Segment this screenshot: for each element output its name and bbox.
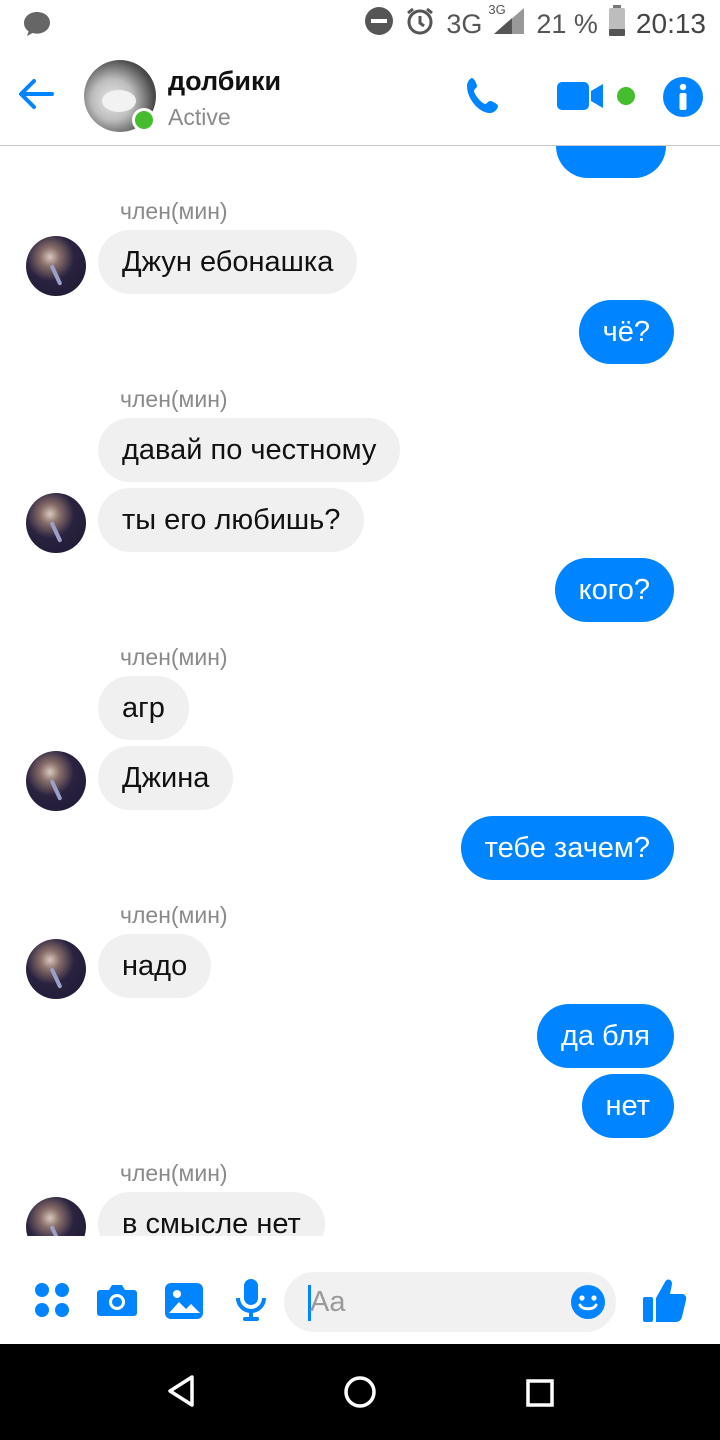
message-bubble-outgoing[interactable]: да бля — [536, 1004, 674, 1068]
network-type: 3G — [446, 8, 483, 39]
alarm-icon — [404, 5, 436, 44]
sender-avatar[interactable] — [26, 939, 86, 999]
sender-name: член(мин) — [120, 644, 228, 670]
thumbs-up-icon[interactable] — [642, 1276, 688, 1329]
video-active-dot — [617, 87, 635, 105]
message-bubble-incoming[interactable]: Джун ебонашка — [98, 230, 358, 294]
sender-name: член(мин) — [120, 1160, 228, 1186]
sender-avatar[interactable] — [26, 751, 86, 811]
message-bubble-incoming[interactable]: давай по честному — [98, 418, 401, 482]
message-bubble-outgoing[interactable] — [556, 146, 666, 178]
message-bubble-outgoing[interactable]: чё? — [578, 300, 674, 364]
conversation-title[interactable]: долбики — [168, 66, 281, 97]
messenger-icon — [22, 10, 52, 43]
composer-bar: Aa — [0, 1254, 720, 1344]
microphone-icon[interactable] — [234, 1278, 268, 1327]
message-bubble-outgoing[interactable]: тебе зачем? — [460, 816, 674, 880]
back-triangle-icon[interactable] — [166, 1374, 196, 1413]
message-bubble-incoming[interactable]: агр — [98, 676, 189, 740]
sender-avatar[interactable] — [26, 493, 86, 553]
active-status: Active — [168, 104, 231, 130]
clock: 20:13 — [635, 8, 706, 39]
signal-icon: 3G — [488, 2, 526, 43]
battery-icon — [608, 4, 626, 44]
emoji-icon[interactable] — [570, 1284, 606, 1325]
network-small-label: 3G — [488, 1, 506, 17]
gallery-icon[interactable] — [164, 1282, 204, 1325]
conversation-header: долбики Active — [0, 48, 720, 146]
message-list[interactable]: член(мин) Джун ебонашка чё? член(мин) да… — [0, 146, 720, 1236]
back-arrow-icon[interactable] — [16, 74, 56, 114]
online-indicator — [132, 108, 156, 132]
do-not-disturb-icon — [364, 6, 394, 43]
message-bubble-outgoing[interactable]: кого? — [554, 558, 674, 622]
message-input[interactable]: Aa — [284, 1272, 616, 1332]
system-navigation-bar — [0, 1344, 720, 1440]
sender-name: член(мин) — [120, 902, 228, 928]
info-icon[interactable] — [662, 76, 704, 123]
sender-name: член(мин) — [120, 386, 228, 412]
phone-icon[interactable] — [462, 74, 506, 123]
battery-percent: 21 % — [536, 8, 598, 39]
message-bubble-incoming[interactable]: Джина — [98, 746, 234, 810]
message-bubble-incoming[interactable]: в смысле нет — [98, 1192, 325, 1236]
message-bubble-outgoing[interactable]: нет — [581, 1074, 674, 1138]
message-bubble-incoming[interactable]: надо — [98, 934, 212, 998]
more-dots-icon[interactable] — [34, 1282, 70, 1323]
video-camera-icon[interactable] — [556, 80, 606, 117]
recents-square-icon[interactable] — [525, 1378, 555, 1413]
status-bar: 3G 3G 21 % 20:13 — [0, 0, 720, 48]
sender-name: член(мин) — [120, 198, 228, 224]
message-bubble-incoming[interactable]: ты его любишь? — [98, 488, 365, 552]
camera-icon[interactable] — [96, 1282, 138, 1323]
sender-avatar[interactable] — [26, 236, 86, 296]
home-circle-icon[interactable] — [343, 1375, 377, 1414]
message-input-placeholder: Aa — [310, 1286, 346, 1318]
sender-avatar[interactable] — [26, 1197, 86, 1236]
